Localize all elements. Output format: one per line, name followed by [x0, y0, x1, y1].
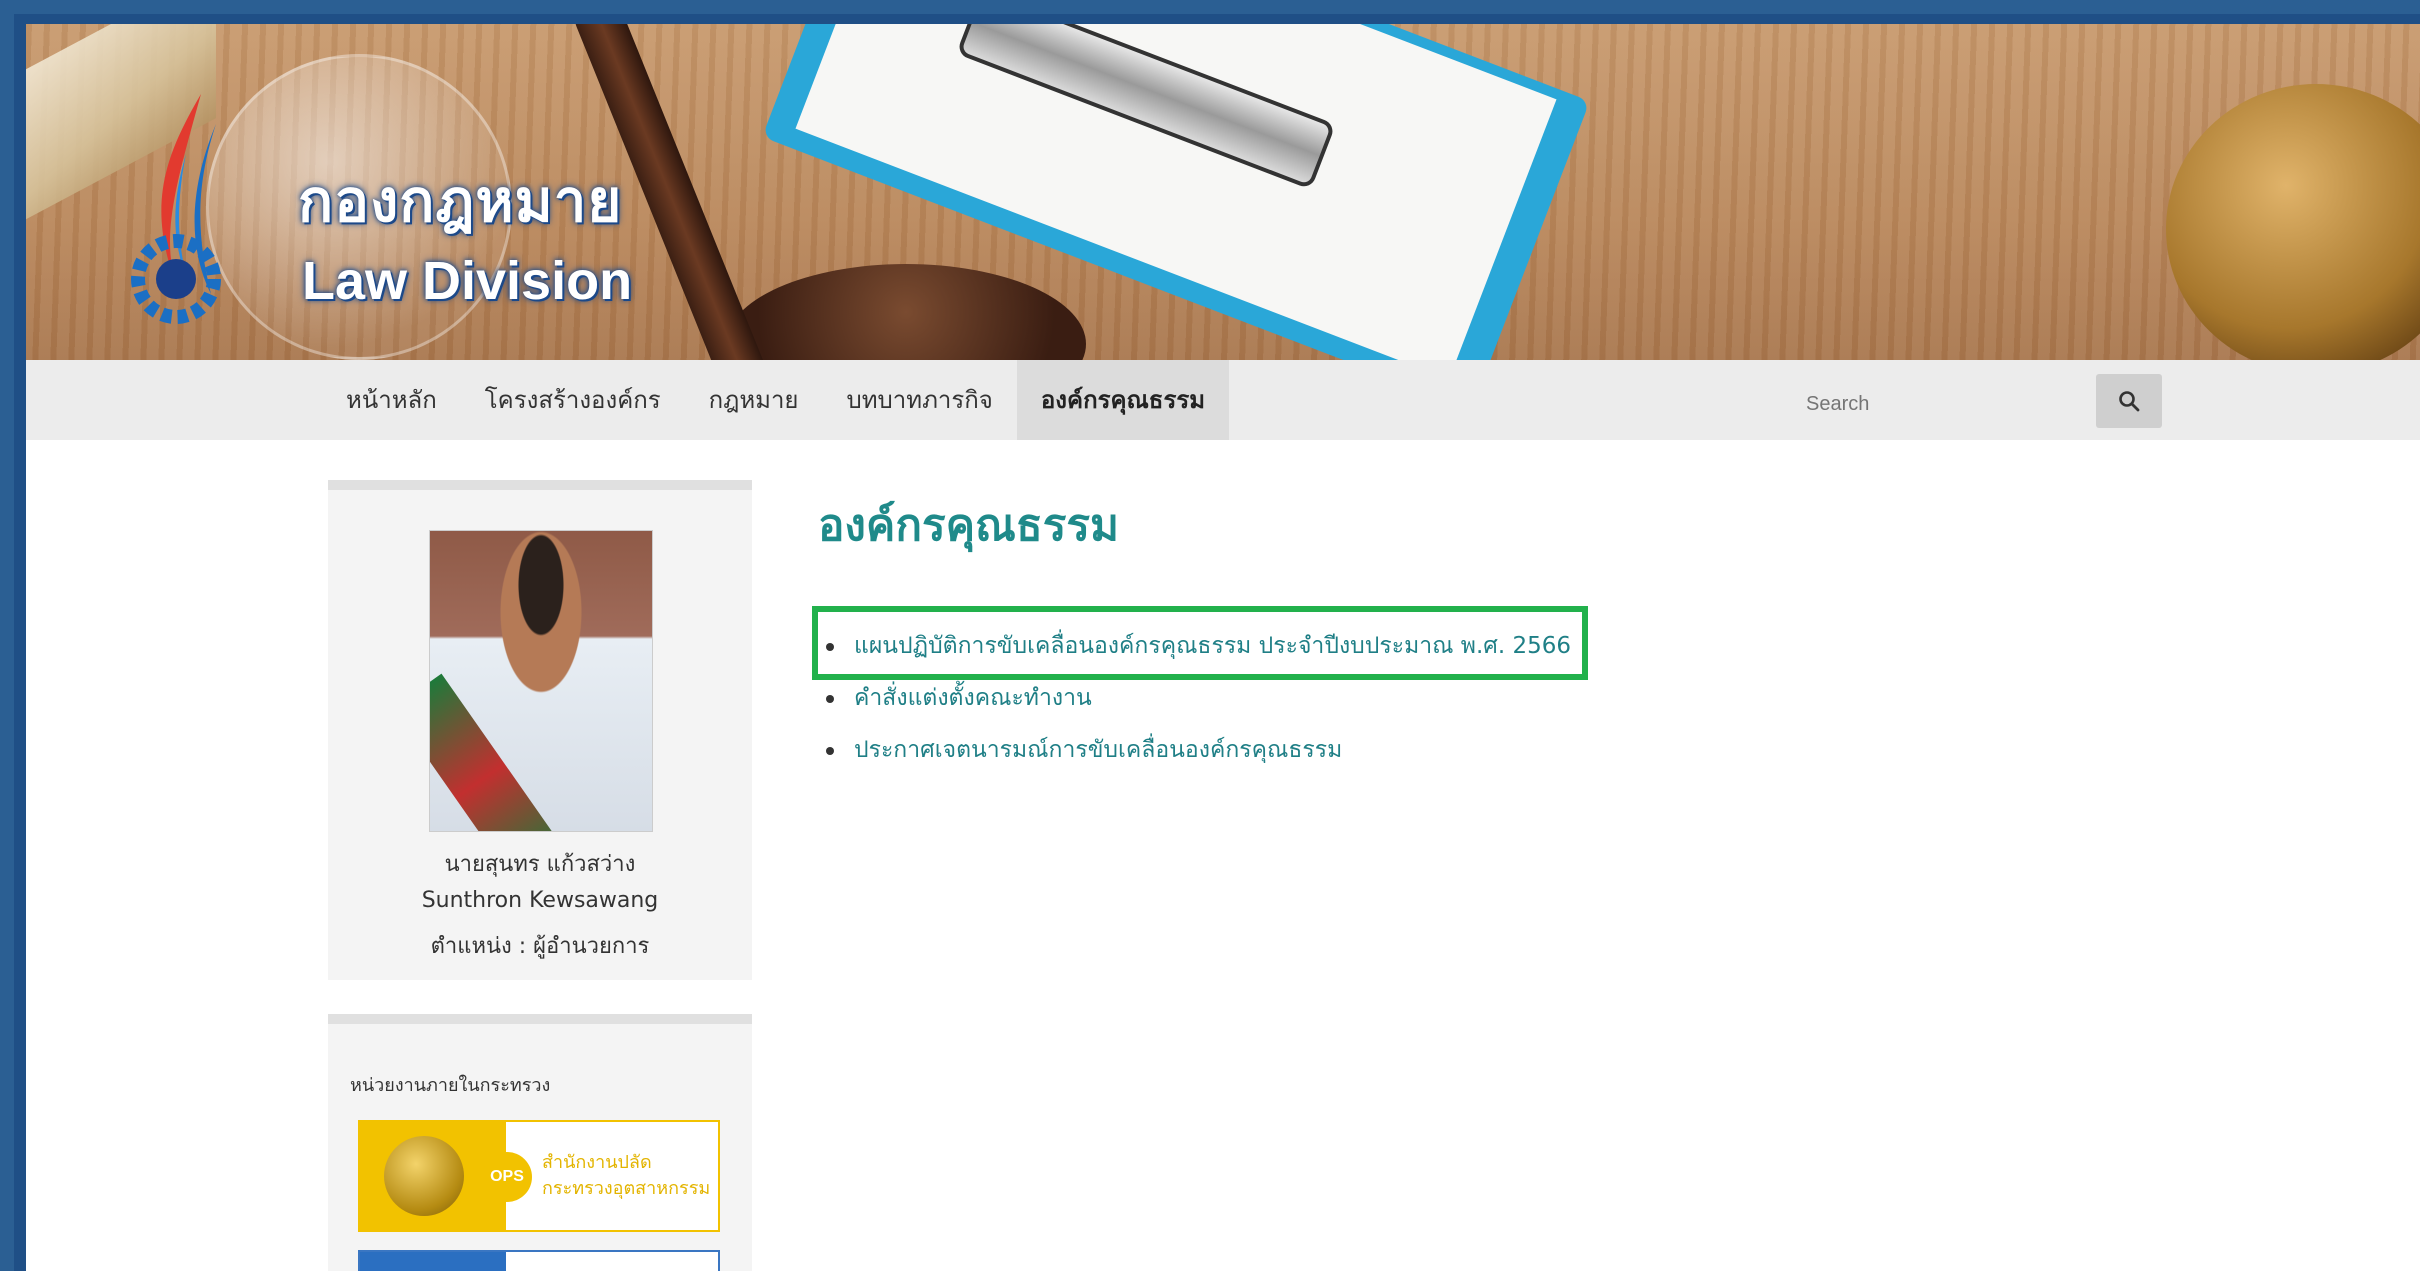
brand-name-thai: กองกฎหมาย	[298, 167, 623, 235]
search-icon	[2119, 391, 2140, 412]
main-navigation: หน้าหลัก โครงสร้างองค์กร กฎหมาย บทบาทภาร…	[26, 360, 2420, 440]
browser-frame: กองกฎหมาย Law Division หน้าหลัก โครงสร้า…	[14, 14, 2420, 1271]
director-name-english: Sunthron Kewsawang	[421, 888, 659, 913]
panel-title: หน่วยงานภายในกระทรวง	[350, 1075, 551, 1096]
nav-item-moral-organization[interactable]: องค์กรคุณธรรม	[1016, 360, 1230, 440]
document-link-working-group-order[interactable]: คำสั่งแต่งตั้งคณะทำงาน	[826, 672, 1571, 724]
search-button[interactable]	[2096, 374, 2162, 428]
nav-item-organization-structure[interactable]: โครงสร้างองค์กร	[461, 360, 685, 440]
photo-sash-decoration	[430, 673, 568, 831]
search-input[interactable]	[1804, 383, 2088, 425]
internal-agencies-panel: หน่วยงานภายในกระทรวง OPS สำนักงานปลัด กร…	[328, 1014, 752, 1271]
director-photo	[429, 530, 653, 832]
agency-banner-2-left	[360, 1252, 506, 1271]
nav-item-missions[interactable]: บทบาทภารกิจ	[823, 360, 1017, 440]
ops-line-2: กระทรวงอุตสาหกรรม	[542, 1178, 711, 1199]
ops-line-1: สำนักงานปลัด	[542, 1152, 652, 1173]
director-name-thai: นายสุนทร แก้วสว่าง	[444, 852, 636, 877]
banner-gavel-base-image	[726, 264, 1086, 360]
nav-item-home[interactable]: หน้าหลัก	[322, 360, 461, 440]
document-link-action-plan-2566[interactable]: แผนปฏิบัติการขับเคลื่อนองค์กรคุณธรรม ประ…	[826, 620, 1571, 672]
document-link-intention-announcement[interactable]: ประกาศเจตนารมณ์การขับเคลื่อนองค์กรคุณธรร…	[826, 724, 1571, 776]
agency-banner-2[interactable]	[358, 1250, 720, 1271]
brand-name-english: Law Division	[302, 251, 633, 311]
page-title: องค์กรคุณธรรม	[818, 500, 1119, 551]
director-position: ตำแหน่ง : ผู้อำนวยการ	[430, 934, 650, 959]
ops-seal-icon	[384, 1136, 464, 1216]
ops-badge-icon: OPS	[482, 1152, 532, 1202]
ministry-logo-icon[interactable]	[106, 84, 266, 324]
document-link-list: แผนปฏิบัติการขับเคลื่อนองค์กรคุณธรรม ประ…	[826, 620, 1571, 776]
nav-item-laws[interactable]: กฎหมาย	[685, 360, 823, 440]
header-banner: กองกฎหมาย Law Division	[26, 24, 2420, 360]
ops-banner-text: สำนักงานปลัด กระทรวงอุตสาหกรรม	[506, 1150, 710, 1202]
banner-scale-image	[2166, 84, 2420, 360]
director-profile-panel: นายสุนทร แก้วสว่าง Sunthron Kewsawang ตำ…	[328, 480, 752, 980]
ops-agency-banner[interactable]: OPS สำนักงานปลัด กระทรวงอุตสาหกรรม	[358, 1120, 720, 1232]
